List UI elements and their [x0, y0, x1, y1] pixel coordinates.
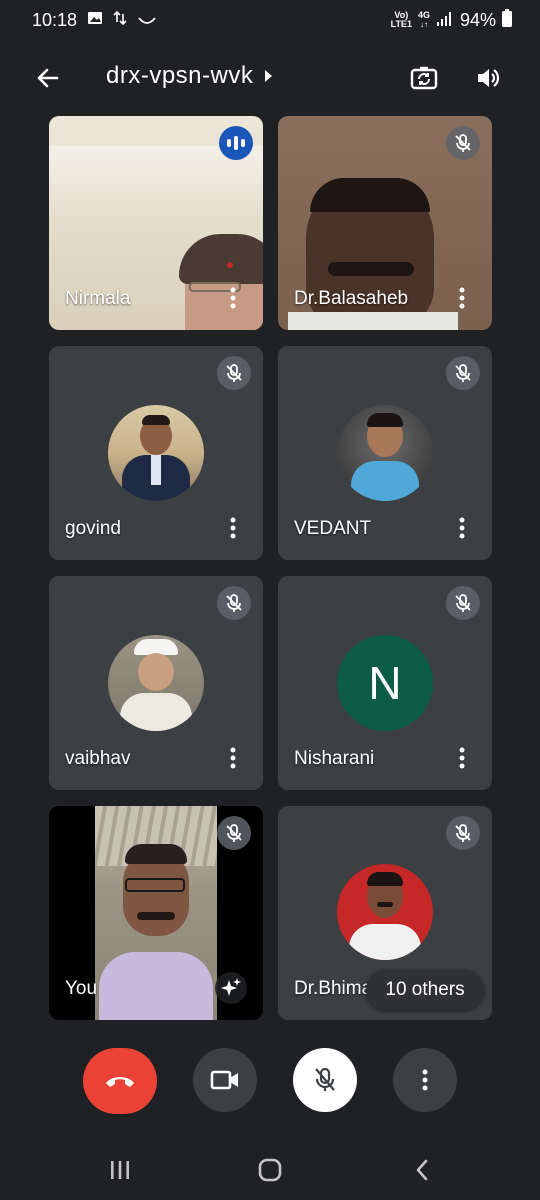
volte-bottom-text: LTE1 [390, 19, 412, 29]
mic-off-icon [446, 586, 480, 620]
home-icon[interactable] [252, 1154, 288, 1186]
end-call-button[interactable] [83, 1048, 157, 1114]
mic-toggle-button[interactable] [293, 1048, 357, 1112]
gallery-notification-icon [87, 10, 103, 31]
more-options-icon[interactable] [450, 514, 474, 542]
video-feed [95, 806, 217, 1020]
self-view-tile[interactable]: You [49, 806, 263, 1020]
participant-name: vaibhav [65, 748, 131, 769]
meeting-title[interactable]: drx-vpsn-wvk [106, 62, 273, 90]
participant-tile[interactable]: govind [49, 346, 263, 560]
back-arrow-icon[interactable] [30, 60, 66, 96]
avatar [337, 864, 433, 960]
chevron-right-icon [263, 62, 273, 90]
avatar [108, 405, 204, 501]
video-camera-icon [210, 1070, 238, 1090]
participant-name: govind [65, 518, 121, 539]
speaking-indicator-icon [219, 126, 253, 160]
mic-off-icon [446, 816, 480, 850]
participant-tile[interactable]: VEDANT [278, 346, 492, 560]
more-options-icon[interactable] [450, 744, 474, 772]
participant-name: Nisharani [294, 748, 375, 769]
avatar [108, 635, 204, 731]
participant-tile[interactable]: vaibhav [49, 576, 263, 790]
avatar-initial: N [337, 635, 433, 731]
switch-camera-icon[interactable] [404, 58, 444, 98]
sync-wave-icon [137, 10, 157, 31]
status-time: 10:18 [32, 9, 78, 30]
more-options-icon[interactable] [221, 744, 245, 772]
camera-toggle-button[interactable] [193, 1048, 257, 1112]
mic-off-icon [217, 816, 251, 850]
meeting-header: drx-vpsn-wvk [0, 48, 540, 106]
effects-sparkle-icon[interactable] [215, 972, 247, 1004]
system-nav-bar [0, 1140, 540, 1200]
recent-apps-icon[interactable] [102, 1154, 138, 1186]
participant-tile[interactable]: N Nisharani [278, 576, 492, 790]
meeting-code: drx-vpsn-wvk [106, 62, 254, 89]
net-type-text: 4G [417, 10, 430, 20]
mic-off-icon [315, 1067, 335, 1091]
data-transfer-icon [113, 10, 127, 31]
participant-name: Dr.Balasaheb [294, 288, 409, 309]
participant-name: VEDANT [294, 518, 372, 539]
participant-name: Nirmala [65, 288, 131, 309]
mic-off-icon [217, 586, 251, 620]
status-bar: 10:18 Vo) LTE1 4G ↓↑ 94% [0, 0, 540, 40]
signal-icon [436, 10, 454, 31]
more-options-icon[interactable] [221, 284, 245, 312]
volte-indicator: Vo) LTE1 [391, 11, 412, 29]
battery-icon [502, 8, 512, 32]
more-options-icon[interactable] [221, 514, 245, 542]
mic-off-icon [446, 356, 480, 390]
net-type-indicator: 4G ↓↑ [417, 10, 430, 30]
participant-name: Dr.Bhima [294, 978, 373, 999]
more-options-button[interactable] [393, 1048, 457, 1112]
participant-tile[interactable]: Nirmala [49, 116, 263, 330]
mic-off-icon [446, 126, 480, 160]
participant-name: You [65, 978, 98, 999]
nav-back-icon[interactable] [404, 1154, 440, 1186]
speaker-icon[interactable] [468, 58, 508, 98]
avatar [337, 405, 433, 501]
battery-percent: 94% [459, 9, 496, 30]
mic-off-icon [217, 356, 251, 390]
participant-tile[interactable]: Dr.Balasaheb [278, 116, 492, 330]
more-options-icon[interactable] [450, 284, 474, 312]
others-chip[interactable]: 10 others [366, 970, 484, 1010]
status-right: Vo) LTE1 4G ↓↑ 94% [391, 8, 512, 32]
more-vert-icon [422, 1069, 428, 1091]
hang-up-icon [106, 1077, 134, 1087]
status-left: 10:18 [32, 10, 157, 31]
